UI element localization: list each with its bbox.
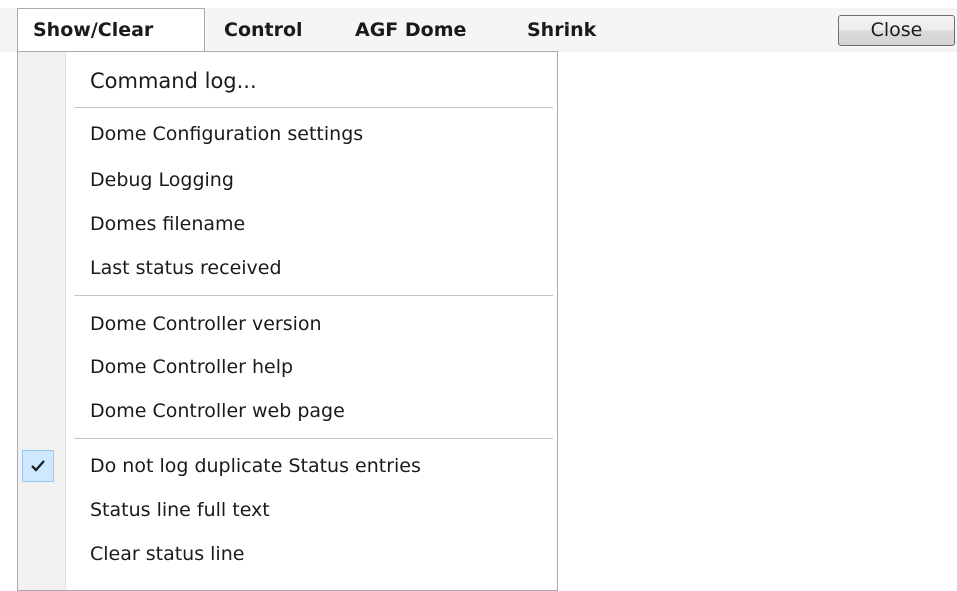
menu-shrink[interactable]: Shrink xyxy=(527,8,596,52)
menu-control[interactable]: Control xyxy=(224,8,303,52)
menu-separator xyxy=(74,107,553,109)
close-button[interactable]: Close xyxy=(838,15,955,46)
show-clear-dropdown: Command log... Dome Configuration settin… xyxy=(17,51,558,591)
menu-item-debug-logging[interactable]: Debug Logging xyxy=(90,158,234,202)
menu-bar: Show/Clear Control AGF Dome Shrink Close xyxy=(0,0,957,53)
menu-item-dome-configuration-settings[interactable]: Dome Configuration settings xyxy=(90,112,363,156)
menu-item-last-status-received[interactable]: Last status received xyxy=(90,246,282,290)
menu-separator xyxy=(74,295,553,297)
menu-item-dome-controller-help[interactable]: Dome Controller help xyxy=(90,345,293,389)
menu-item-domes-filename[interactable]: Domes filename xyxy=(90,202,245,246)
menu-item-status-line-full-text[interactable]: Status line full text xyxy=(90,488,270,532)
menu-separator xyxy=(74,438,553,440)
menu-item-command-log[interactable]: Command log... xyxy=(90,59,257,103)
checkmark-icon xyxy=(22,450,54,482)
menu-item-clear-status-line[interactable]: Clear status line xyxy=(90,532,244,576)
menu-item-dome-controller-web-page[interactable]: Dome Controller web page xyxy=(90,389,345,433)
menu-gutter xyxy=(18,52,66,590)
menu-show-clear[interactable]: Show/Clear xyxy=(17,8,205,53)
menu-item-do-not-log-duplicate-status[interactable]: Do not log duplicate Status entries xyxy=(90,444,421,488)
menu-item-dome-controller-version[interactable]: Dome Controller version xyxy=(90,302,322,346)
menu-agf-dome[interactable]: AGF Dome xyxy=(355,8,466,52)
